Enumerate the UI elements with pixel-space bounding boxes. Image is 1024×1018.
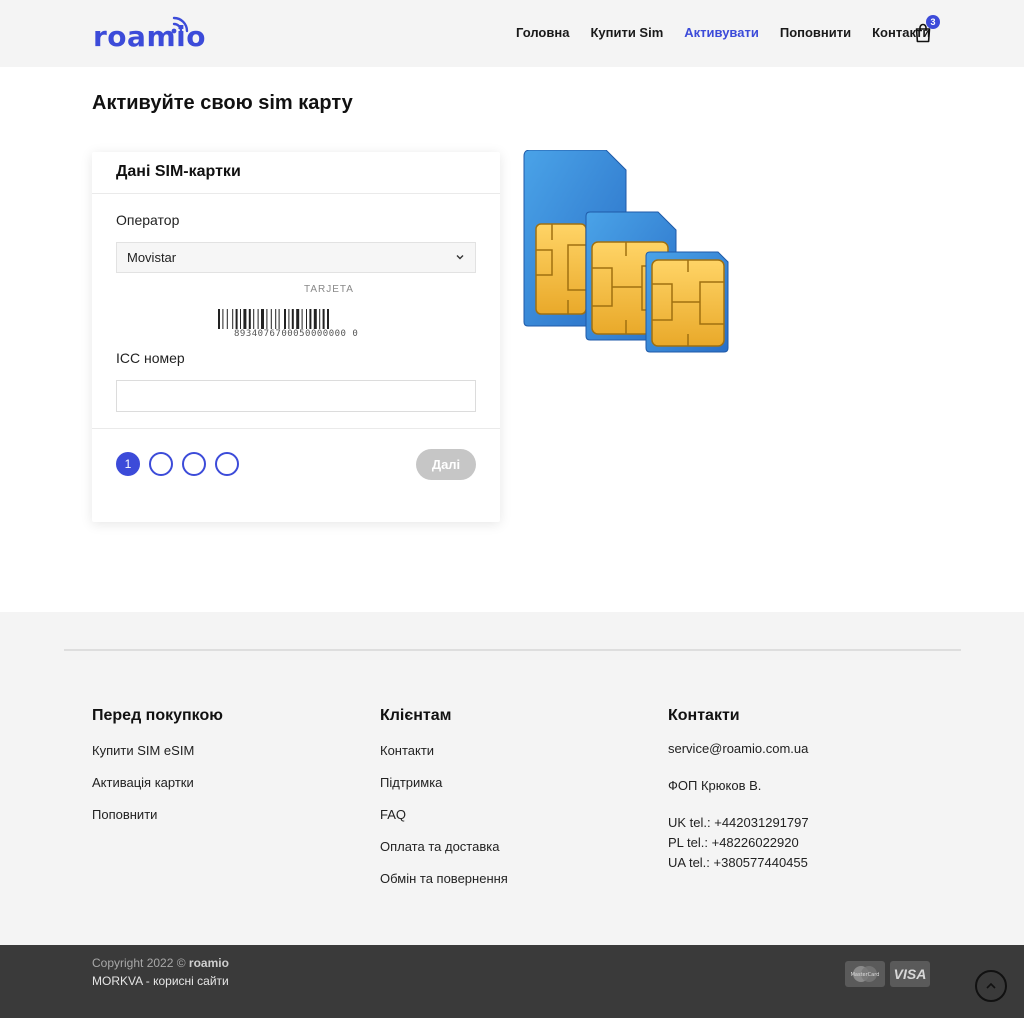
step-3[interactable] bbox=[182, 452, 206, 476]
step-1[interactable]: 1 bbox=[116, 452, 140, 476]
footer-link-faq[interactable]: FAQ bbox=[380, 807, 508, 822]
main-nav: Головна Купити Sim Активувати Поповнити … bbox=[516, 24, 951, 42]
footer-col-title: Перед покупкою bbox=[92, 707, 223, 724]
nav-top-up[interactable]: Поповнити bbox=[780, 24, 851, 42]
footer-link-payment-delivery[interactable]: Оплата та доставка bbox=[380, 839, 508, 854]
step-2[interactable] bbox=[149, 452, 173, 476]
icc-barcode-hint: TARJETA 8934076700050000000 0 bbox=[216, 284, 376, 342]
footer-col-contacts: Контакти service@roamio.com.ua ФОП Крюко… bbox=[668, 707, 809, 873]
footer-col-title: Клієнтам bbox=[380, 707, 452, 724]
nav-home[interactable]: Головна bbox=[516, 24, 569, 42]
sim-data-card: Дані SIM-картки Оператор Movistar TARJET… bbox=[92, 152, 500, 522]
footer-email-link[interactable]: service@roamio.com.ua bbox=[668, 739, 809, 759]
footer-col-clients: Клієнтам Контакти Підтримка FAQ Оплата т… bbox=[380, 707, 508, 903]
card-header: Дані SIM-картки bbox=[92, 152, 500, 194]
signal-icon bbox=[171, 16, 189, 34]
footer-divider bbox=[64, 649, 961, 651]
logo[interactable]: roamio bbox=[93, 16, 206, 52]
copyright-prefix: Copyright 2022 © bbox=[92, 956, 189, 970]
footer-col-title: Контакти bbox=[668, 707, 740, 724]
page-title: Активуйте свою sim карту bbox=[92, 92, 353, 114]
chevron-up-icon bbox=[986, 982, 996, 989]
footer-link-support[interactable]: Підтримка bbox=[380, 775, 508, 790]
footer-phone-uk: UK tel.: +442031291797 bbox=[668, 815, 809, 830]
next-button[interactable]: Далі bbox=[416, 449, 476, 480]
scroll-to-top-button[interactable] bbox=[975, 970, 1007, 1002]
footer-link-returns[interactable]: Обмін та повернення bbox=[380, 871, 508, 886]
barcode-digits: 8934076700050000000 0 bbox=[234, 329, 359, 339]
operator-label: Оператор bbox=[116, 212, 180, 228]
footer-link-activation[interactable]: Активація картки bbox=[92, 775, 223, 790]
mastercard-label: MasterCard bbox=[851, 972, 880, 978]
operator-selected-value: Movistar bbox=[127, 250, 177, 265]
footer-col-before-purchase: Перед покупкою Купити SIM eSIM Активація… bbox=[92, 707, 223, 839]
icc-input[interactable] bbox=[116, 380, 476, 412]
footer-company: ФОП Крюков В. bbox=[668, 778, 762, 793]
copyright-brand: roamio bbox=[188, 956, 229, 970]
copyright-text: Copyright 2022 © roamio bbox=[92, 956, 229, 970]
step-indicator: 1 bbox=[116, 452, 239, 476]
operator-select[interactable]: Movistar bbox=[116, 242, 476, 273]
nav-activate[interactable]: Активувати bbox=[684, 24, 759, 42]
footer-link-top-up[interactable]: Поповнити bbox=[92, 807, 223, 822]
nav-buy-sim[interactable]: Купити Sim bbox=[590, 24, 663, 42]
icc-label: ICC номер bbox=[116, 350, 185, 366]
copyright-bar: Copyright 2022 © roamio MORKVA - корисні… bbox=[0, 945, 1024, 1018]
step-4[interactable] bbox=[215, 452, 239, 476]
footer-phone-pl: PL tel.: +48226022920 bbox=[668, 835, 799, 850]
footer-link-buy-sim[interactable]: Купити SIM eSIM bbox=[92, 743, 223, 758]
card-title: Дані SIM-картки bbox=[116, 163, 241, 180]
credit-link[interactable]: MORKVA - корисні сайти bbox=[92, 974, 229, 988]
sim-cards-illustration bbox=[523, 150, 729, 353]
mastercard-icon: MasterCard bbox=[845, 961, 885, 987]
chevron-down-icon bbox=[456, 255, 464, 260]
footer-link-contacts[interactable]: Контакти bbox=[380, 743, 508, 758]
site-header: roamio Головна Купити Sim Активувати Поп… bbox=[0, 0, 1024, 67]
site-footer: Перед покупкою Купити SIM eSIM Активація… bbox=[0, 612, 1024, 945]
card-divider bbox=[92, 428, 500, 429]
barcode-caption: TARJETA bbox=[304, 284, 354, 295]
mastercard-logo: MasterCard bbox=[851, 966, 880, 982]
visa-icon: VISA bbox=[890, 961, 930, 987]
footer-phone-ua: UA tel.: +380577440455 bbox=[668, 855, 808, 870]
cart-count-badge: 3 bbox=[926, 15, 940, 29]
